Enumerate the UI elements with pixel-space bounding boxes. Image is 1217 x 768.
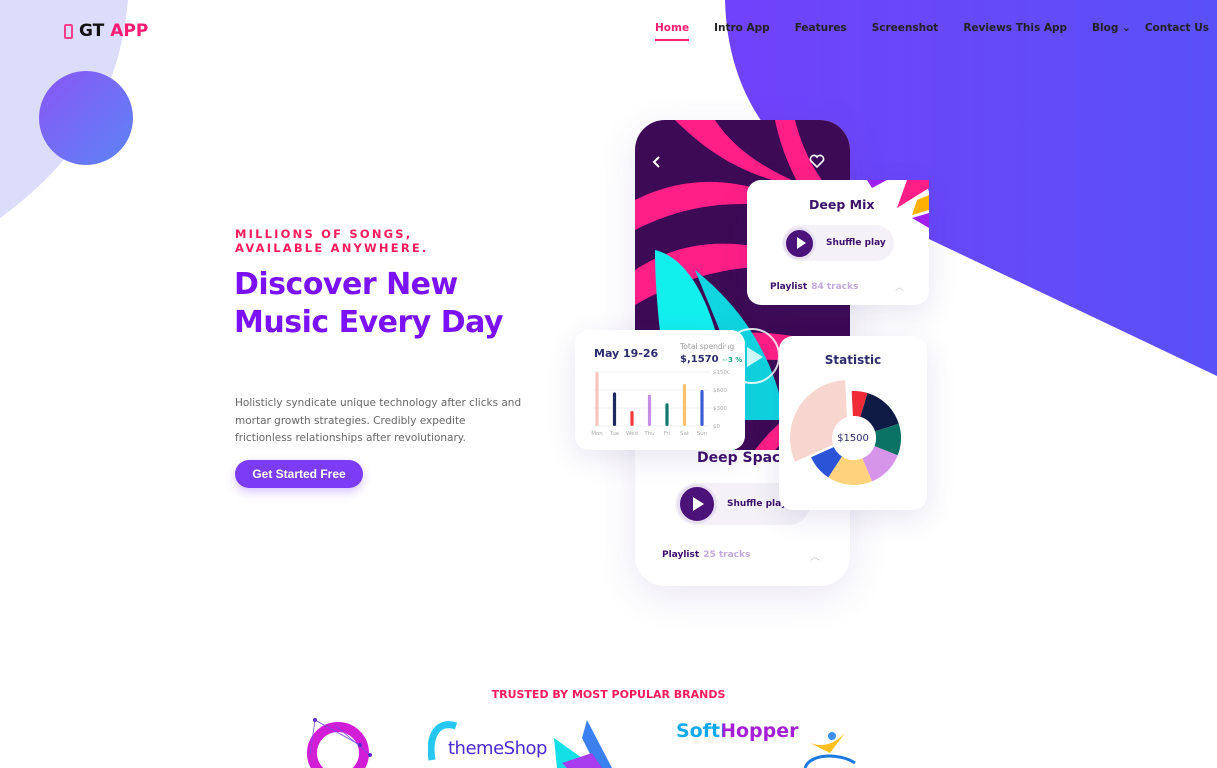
x-tick-label: Tue	[609, 431, 620, 437]
brand-logo-network	[307, 718, 372, 768]
nav-home[interactable]: Home	[655, 22, 690, 41]
nav-screenshot[interactable]: Screenshot	[872, 22, 939, 41]
get-started-button[interactable]: Get Started Free	[235, 460, 363, 488]
nav-contact[interactable]: Contact Us	[1145, 22, 1209, 41]
y-tick-label: $300	[713, 406, 727, 412]
hero-kicker: MILLIONS OF SONGS, AVAILABLE ANYWHERE.	[235, 227, 429, 255]
nav-blog[interactable]: Blog ⌄	[1092, 22, 1131, 41]
nav-intro-app[interactable]: Intro App	[714, 22, 770, 41]
bar-fri	[665, 403, 669, 426]
brand-logo[interactable]: GT APP	[64, 21, 148, 41]
deep-space-playlist: Playlist 25 tracks	[662, 550, 751, 560]
x-tick-label: Sun	[697, 431, 708, 437]
spending-amount: $,1570	[680, 354, 719, 365]
y-tick-label: $600	[713, 388, 727, 394]
y-tick-label: $0	[713, 424, 720, 430]
play-icon[interactable]	[677, 484, 717, 524]
bar-mon	[595, 372, 599, 426]
chevron-up-icon[interactable]: ︿	[895, 280, 904, 293]
nav-reviews[interactable]: Reviews This App	[963, 22, 1067, 41]
play-circle-icon[interactable]	[724, 328, 780, 384]
deep-mix-card: Deep Mix Shuffle play Playlist 84 tracks …	[747, 180, 929, 305]
deep-mix-title: Deep Mix	[809, 197, 875, 212]
bar-thu	[647, 394, 652, 426]
bar-sun	[700, 390, 704, 426]
play-icon[interactable]	[783, 226, 816, 260]
brand-logo-a	[554, 720, 612, 768]
x-tick-label: Fri	[664, 431, 671, 437]
decor-stripes	[867, 180, 929, 228]
bar-tue	[612, 392, 617, 426]
x-tick-label: Wed	[626, 431, 638, 437]
hero-title: Discover New Music Every Day	[234, 267, 504, 340]
statistic-title: Statistic	[824, 353, 882, 367]
deep-space-title: Deep Space	[697, 450, 790, 466]
main-nav: Home Intro App Features Screenshot Revie…	[655, 22, 1217, 41]
brands-heading: TRUSTED BY MOST POPULAR BRANDS	[491, 688, 726, 701]
x-tick-label: Sat	[680, 431, 690, 437]
deep-mix-playlist: Playlist 84 tracks	[770, 282, 859, 292]
bar-sat	[682, 384, 687, 426]
spending-date: May 19-26	[594, 347, 659, 360]
bar-wed	[630, 411, 634, 426]
brand-logo-figure	[803, 732, 856, 768]
nav-features[interactable]: Features	[795, 22, 847, 41]
x-tick-label: Mon	[591, 431, 603, 437]
back-icon	[652, 156, 660, 168]
statistic-center-value: $1500	[837, 433, 869, 444]
spending-card: May 19-26 Total spending $,1570 +3 % $15…	[575, 330, 745, 450]
spending-bar-chart: $1500$600$300$0Mon Tue Wed Thu Fri Sat Sun	[591, 370, 731, 437]
chevron-up-icon[interactable]: ︿	[810, 548, 820, 563]
statistic-card: Statistic $1500	[779, 336, 927, 510]
x-tick-label: Thu	[643, 431, 654, 437]
deep-mix-shuffle[interactable]: Shuffle play	[782, 225, 894, 261]
brand-themeshop: themeShop	[448, 738, 547, 759]
hero-description: Holisticly syndicate unique technology a…	[235, 397, 522, 444]
phone-icon	[64, 23, 73, 39]
brand-softhopper: SoftHopper	[676, 720, 799, 742]
